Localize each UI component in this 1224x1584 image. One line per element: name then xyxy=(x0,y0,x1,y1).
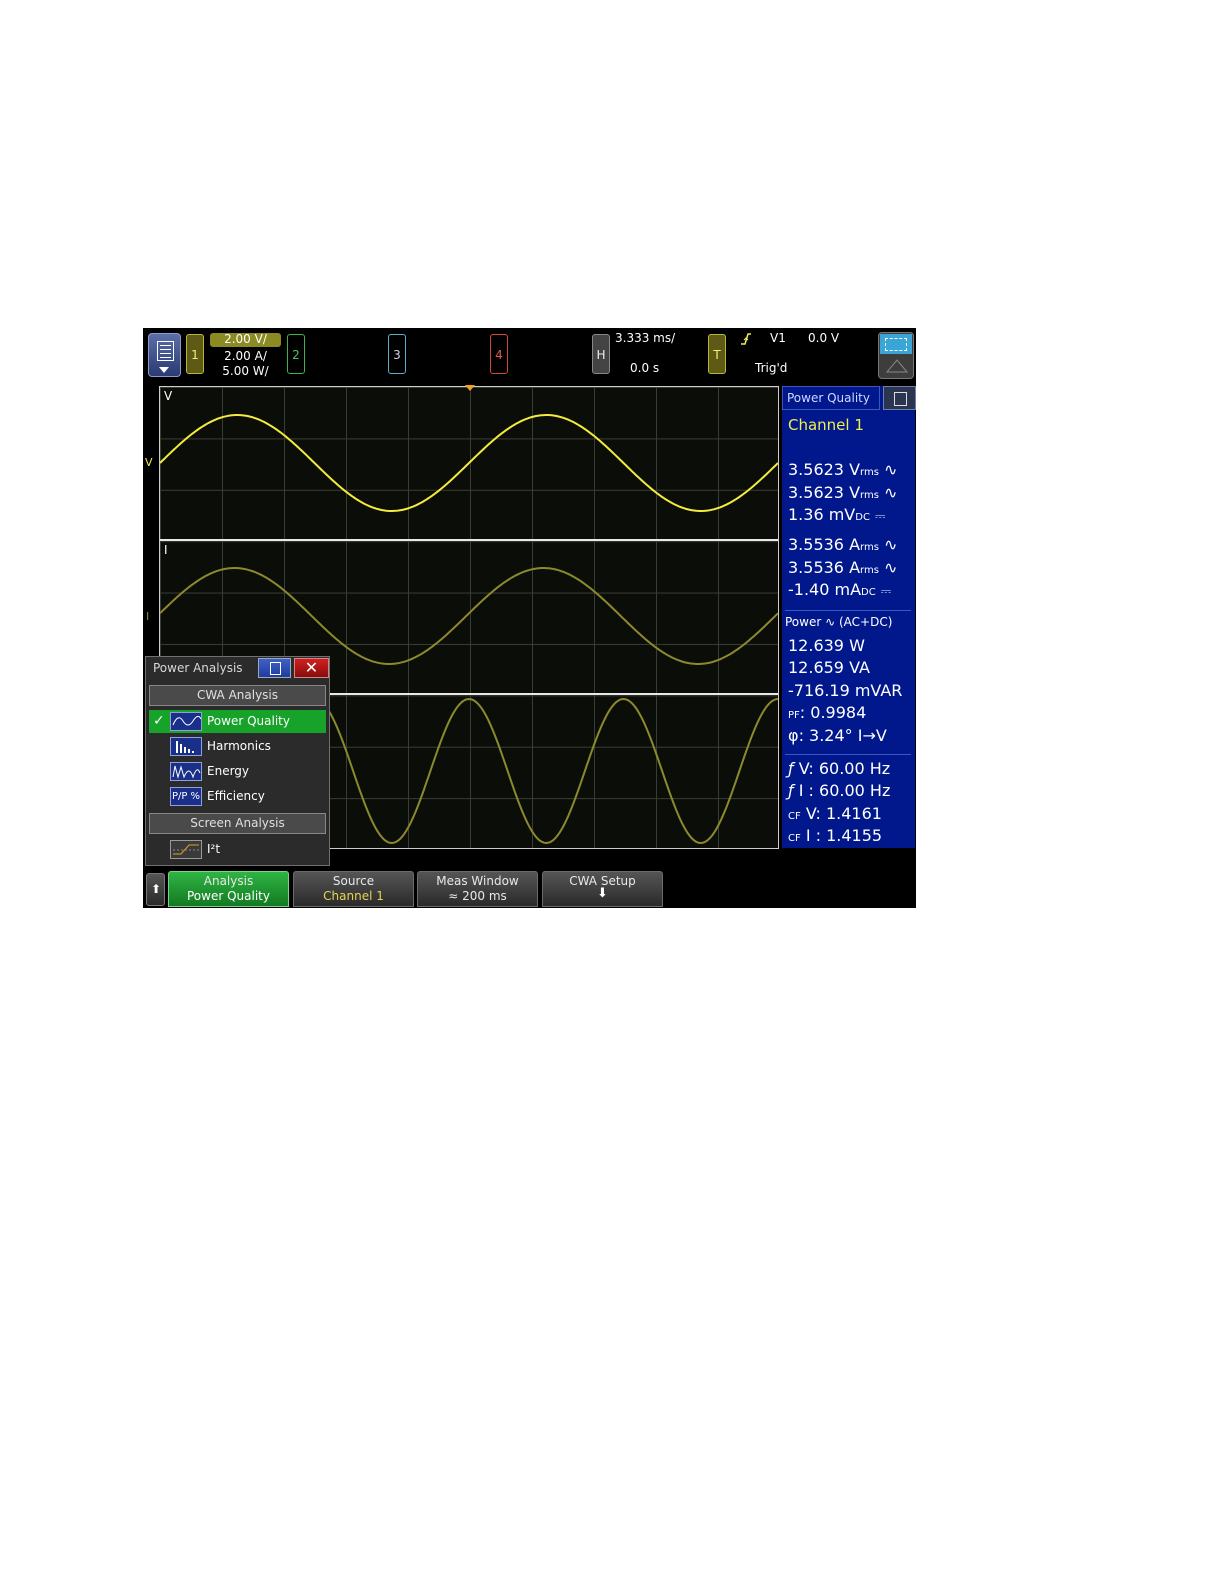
i-dc-value: -1.40 mADC ⎓ xyxy=(788,580,892,599)
current-frequency-value: ƒ I : 60.00 Hz xyxy=(788,781,891,800)
measurement-menu-button[interactable] xyxy=(883,386,916,410)
ac-icon: ∿ xyxy=(884,483,898,502)
chevron-down-icon xyxy=(159,367,169,373)
ac-icon: ∿ xyxy=(825,615,836,629)
reactive-power-value: -716.19 mVAR xyxy=(788,681,903,700)
dc-icon: ⎓ xyxy=(880,584,892,599)
back-button[interactable]: ⬆ xyxy=(146,873,165,906)
frequency-icon: ƒ xyxy=(788,781,794,800)
channel-2-badge[interactable]: 2 xyxy=(287,334,305,374)
voltage-crest-factor-value: CF V: 1.4161 xyxy=(788,804,882,823)
popup-menu-button[interactable] xyxy=(258,658,291,678)
main-menu-button[interactable] xyxy=(148,333,181,377)
menu-icon xyxy=(157,341,174,361)
channel-1-badge[interactable]: 1 xyxy=(186,334,204,374)
menu-item-power-quality[interactable]: ✓ Power Quality xyxy=(149,710,326,733)
horizontal-delay[interactable]: 0.0 s xyxy=(630,361,659,375)
menu-icon xyxy=(894,392,907,406)
ac-icon: ∿ xyxy=(884,558,898,577)
ac-icon: ∿ xyxy=(884,535,898,554)
softkey-analysis[interactable]: Analysis Power Quality xyxy=(168,871,289,907)
energy-wave-icon xyxy=(170,762,202,781)
i-rms-ac-value: 3.5536 Arms ∿ xyxy=(788,535,898,554)
ac-icon: ∿ xyxy=(884,460,898,479)
softkey-source[interactable]: Source Channel 1 xyxy=(293,871,414,907)
v-dc-value: 1.36 mVDC ⎓ xyxy=(788,505,886,524)
softkey-meas-window[interactable]: Meas Window ≈ 200 ms xyxy=(417,871,538,907)
current-trace xyxy=(160,567,778,665)
sine-wave-icon xyxy=(170,712,202,731)
rising-edge-icon xyxy=(741,333,751,345)
arrow-up-icon: ⬆ xyxy=(151,882,162,896)
apparent-power-value: 12.659 VA xyxy=(788,658,870,677)
menu-item-energy[interactable]: Energy xyxy=(149,760,326,783)
efficiency-percent-icon: P/P % xyxy=(170,787,202,806)
v-rms-value: 3.5623 Vrms ∿ xyxy=(788,483,898,502)
i-rms-value: 3.5536 Arms ∿ xyxy=(788,558,898,577)
i2t-icon xyxy=(170,840,202,859)
screen-analysis-section: Screen Analysis xyxy=(149,813,326,834)
frequency-icon: ƒ xyxy=(788,759,794,778)
time-per-division[interactable]: 3.333 ms/ xyxy=(615,331,675,345)
oscilloscope-screen: 1 2.00 V/ 2.00 A/ 5.00 W/ 2 3 4 H 3.333 … xyxy=(143,328,916,908)
check-icon: ✓ xyxy=(153,713,165,729)
v-rms-ac-value: 3.5623 Vrms ∿ xyxy=(788,460,898,479)
zoom-box-icon xyxy=(880,334,912,354)
harmonics-bars-icon xyxy=(170,737,202,756)
popup-title: Power Analysis xyxy=(153,661,243,675)
menu-icon xyxy=(270,662,281,675)
horizontal-badge[interactable]: H xyxy=(592,334,610,374)
trigger-status: Trig'd xyxy=(755,361,788,375)
channel-1-volt-scale[interactable]: 2.00 V/ xyxy=(210,332,281,346)
close-button[interactable]: ✕ xyxy=(294,658,329,678)
measurement-separator xyxy=(785,754,911,755)
power-analysis-popup: Power Analysis ✕ CWA Analysis ✓ Power Qu… xyxy=(145,656,330,866)
channel-1-amp-scale[interactable]: 2.00 A/ xyxy=(210,349,281,363)
current-crest-factor-value: CF I : 1.4155 xyxy=(788,826,883,845)
current-pane-label: I xyxy=(164,543,168,557)
trigger-badge[interactable]: T xyxy=(708,334,726,374)
menu-item-i2t[interactable]: I²t xyxy=(149,838,326,861)
softkey-cwa-setup[interactable]: CWA Setup ⬇ xyxy=(542,871,663,907)
trigger-source[interactable]: V1 xyxy=(770,331,786,345)
current-ground-marker[interactable]: I xyxy=(146,610,149,623)
arrow-down-icon: ⬇ xyxy=(597,886,608,901)
channel-1-watt-scale[interactable]: 5.00 W/ xyxy=(210,364,281,378)
channel-4-badge[interactable]: 4 xyxy=(490,334,508,374)
dc-icon: ⎓ xyxy=(875,509,886,524)
channel-3-badge[interactable]: 3 xyxy=(388,334,406,374)
power-header: Power ∿ (AC+DC) xyxy=(785,615,893,629)
menu-item-efficiency[interactable]: P/P % Efficiency xyxy=(149,785,326,808)
real-power-value: 12.639 W xyxy=(788,636,865,655)
power-factor-value: PF: 0.9984 xyxy=(788,703,867,722)
trigger-level[interactable]: 0.0 V xyxy=(808,331,839,345)
measurement-source: Channel 1 xyxy=(788,416,864,434)
cursor-triangle-icon xyxy=(885,359,909,373)
voltage-trace xyxy=(160,414,778,512)
zoom-select-button[interactable] xyxy=(878,332,914,379)
trigger-position-marker[interactable] xyxy=(465,385,475,391)
cwa-analysis-section: CWA Analysis xyxy=(149,685,326,706)
phase-angle-value: φ: 3.24° I→V xyxy=(788,726,887,745)
measurement-header-tab[interactable]: Power Quality xyxy=(782,386,880,410)
menu-item-harmonics[interactable]: Harmonics xyxy=(149,735,326,758)
voltage-pane-label: V xyxy=(164,389,173,403)
measurement-separator xyxy=(785,610,911,611)
voltage-ground-marker[interactable]: V xyxy=(145,456,153,469)
close-icon: ✕ xyxy=(304,658,319,677)
voltage-frequency-value: ƒ V: 60.00 Hz xyxy=(788,759,891,778)
